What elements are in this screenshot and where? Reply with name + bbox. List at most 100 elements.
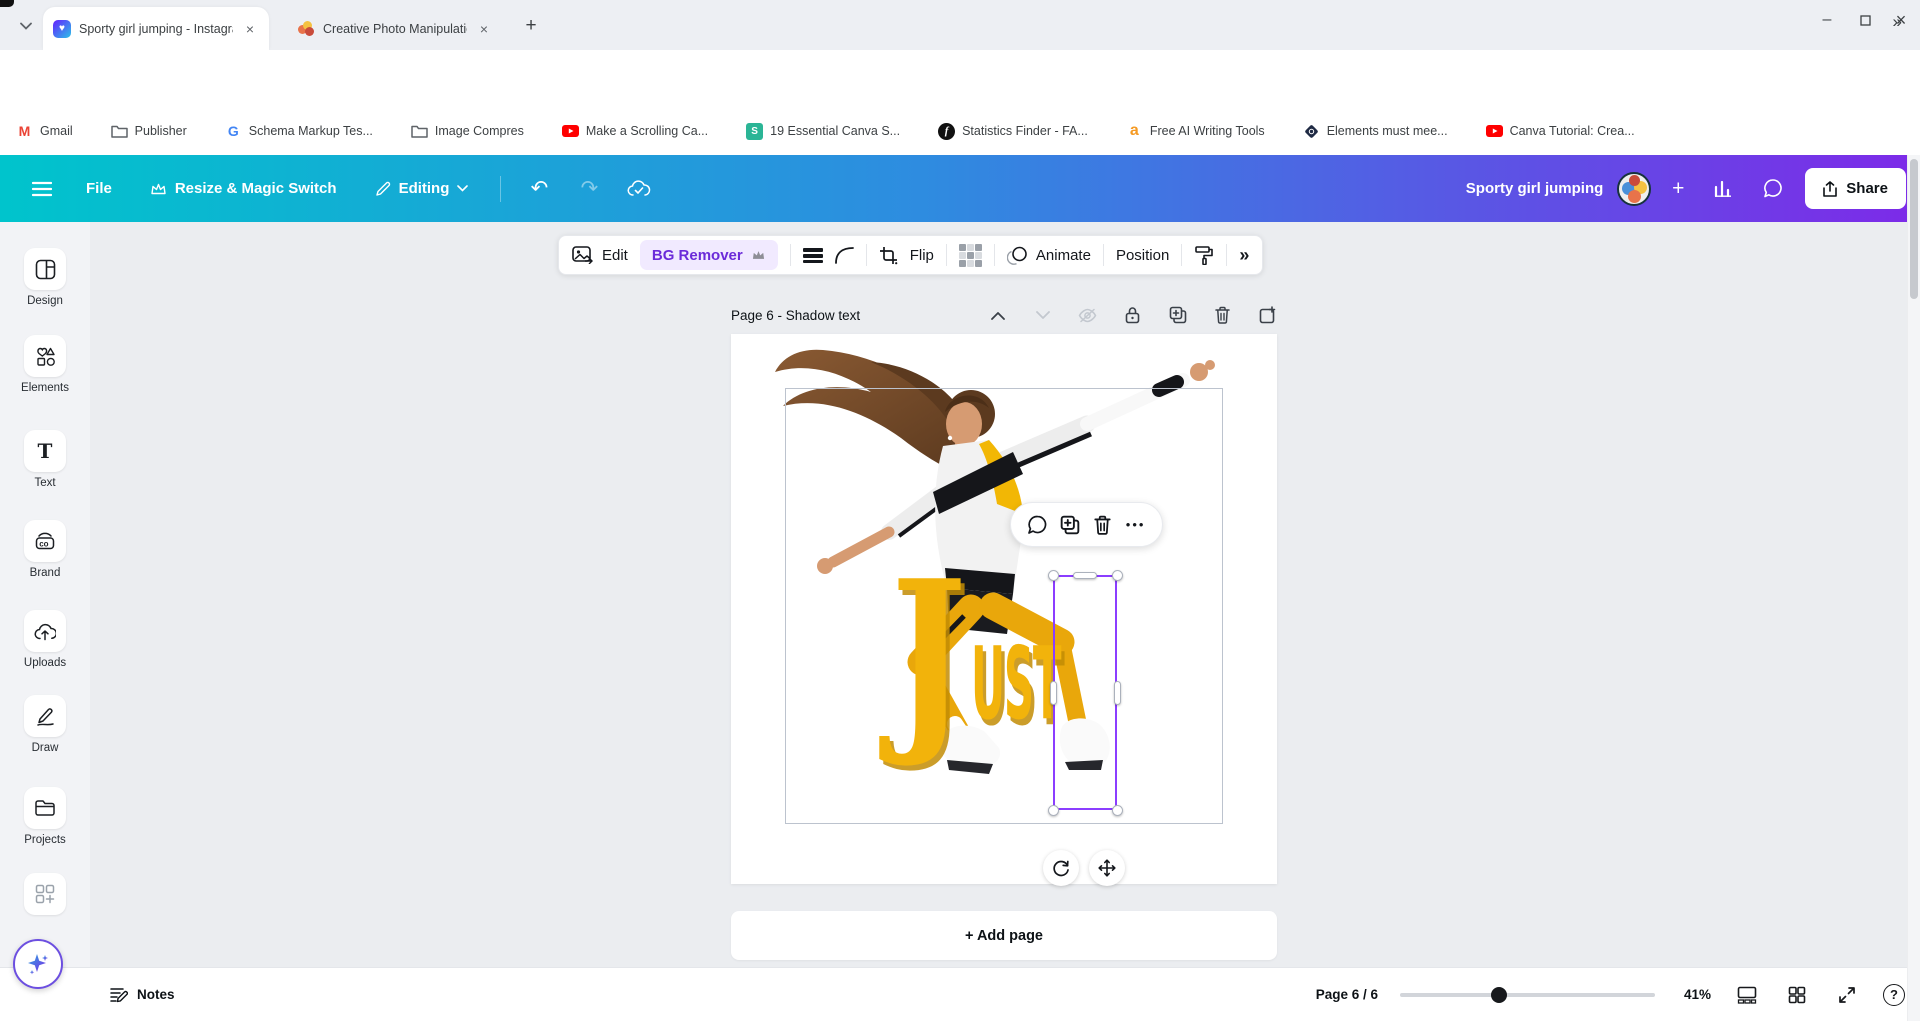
grid-view-icon[interactable] — [1783, 981, 1811, 1009]
file-menu[interactable]: File — [74, 171, 124, 206]
cloud-save-icon[interactable] — [621, 171, 657, 207]
selection-handle-top[interactable] — [1073, 572, 1097, 579]
notes-button[interactable]: Notes — [110, 987, 175, 1003]
sidebar-label: Design — [27, 295, 63, 307]
notes-icon — [110, 987, 128, 1003]
zoom-slider-track[interactable] — [1400, 992, 1655, 997]
magic-assistant-button[interactable] — [13, 939, 63, 989]
bookmarks-overflow-icon[interactable]: » — [1893, 12, 1902, 32]
new-tab-button[interactable]: + — [518, 13, 544, 39]
scrollbar-thumb[interactable] — [1910, 159, 1918, 299]
share-button[interactable]: Share — [1805, 168, 1906, 209]
bookmark-item[interactable]: Make a Scrolling Ca... — [561, 124, 708, 138]
resize-magic-switch-button[interactable]: Resize & Magic Switch — [138, 171, 349, 206]
selection-handle-ne[interactable] — [1112, 570, 1123, 581]
toolbar-divider — [993, 244, 995, 266]
selection-handle-se[interactable] — [1112, 805, 1123, 816]
zoom-slider-knob[interactable] — [1491, 986, 1507, 1003]
page-header-row: Page 6 - Shadow text — [731, 300, 1277, 330]
corner-rounding-button[interactable] — [834, 246, 854, 264]
bg-remover-label: BG Remover — [651, 246, 743, 264]
toolbar-overflow-icon[interactable]: » — [1239, 245, 1249, 266]
bookmark-item[interactable]: a Free AI Writing Tools — [1126, 122, 1265, 140]
duplicate-icon[interactable] — [1058, 513, 1082, 537]
invite-member-icon[interactable]: + — [1665, 171, 1691, 207]
lock-page-icon[interactable] — [1123, 306, 1142, 325]
tab-sporty-girl[interactable]: ♥ Sporty girl jumping - Instagram × — [43, 7, 269, 50]
selection-rect[interactable] — [1053, 575, 1117, 810]
window-maximize-button[interactable] — [1848, 6, 1882, 34]
bookmark-item[interactable]: f Statistics Finder - FA... — [938, 122, 1088, 140]
user-avatar[interactable] — [1617, 171, 1652, 206]
add-page-button[interactable]: + Add page — [731, 911, 1277, 960]
move-page-down-icon[interactable] — [1033, 306, 1052, 325]
delete-page-icon[interactable] — [1213, 306, 1232, 325]
add-page-icon[interactable] — [1258, 306, 1277, 325]
editing-mode-dropdown[interactable]: Editing — [363, 171, 481, 206]
sidebar-item-apps[interactable] — [0, 873, 90, 915]
tab-close-icon[interactable]: × — [475, 20, 493, 38]
zoom-level[interactable]: 41% — [1677, 987, 1711, 1002]
insights-chart-icon[interactable] — [1705, 171, 1741, 207]
move-page-up-icon[interactable] — [988, 306, 1007, 325]
pages-view-icon[interactable] — [1733, 981, 1761, 1009]
page-scrollbar[interactable] — [1907, 155, 1920, 1021]
transparency-button[interactable] — [958, 243, 982, 267]
flip-button[interactable]: Flip — [910, 247, 934, 264]
bookmark-item[interactable]: M Gmail — [16, 123, 73, 140]
window-minimize-button[interactable]: – — [1810, 6, 1844, 34]
help-icon[interactable]: ? — [1883, 983, 1905, 1006]
move-handle[interactable] — [1089, 850, 1125, 886]
undo-icon[interactable]: ↶ — [521, 171, 557, 207]
sidebar-item-draw[interactable]: Draw — [0, 695, 90, 754]
design-title[interactable]: Sporty girl jumping — [1466, 180, 1604, 197]
object-panel-rail: Design Elements T Text co Brand Uploads … — [0, 222, 90, 967]
copy-style-button[interactable] — [1194, 245, 1214, 265]
position-button[interactable]: Position — [1116, 247, 1169, 264]
comment-icon[interactable] — [1025, 513, 1049, 537]
sidebar-item-uploads[interactable]: Uploads — [0, 610, 90, 669]
delete-icon[interactable] — [1091, 513, 1115, 537]
design-page-canvas[interactable]: J J UST UST ••• — [731, 334, 1277, 884]
animate-label: Animate — [1035, 246, 1091, 264]
tab-close-icon[interactable]: × — [241, 20, 259, 38]
flip-label: Flip — [909, 246, 934, 264]
folder-icon — [411, 124, 428, 138]
sidebar-item-elements[interactable]: Elements — [0, 335, 90, 394]
rotate-handle[interactable] — [1043, 850, 1079, 886]
sidebar-item-brand[interactable]: co Brand — [0, 520, 90, 579]
draw-icon — [24, 695, 66, 737]
more-options-icon[interactable]: ••• — [1124, 513, 1148, 537]
bookmark-label: Statistics Finder - FA... — [962, 124, 1088, 138]
bookmark-item[interactable]: Publisher — [110, 124, 187, 138]
hide-page-icon[interactable] — [1078, 306, 1097, 325]
bookmark-label: Canva Tutorial: Crea... — [1509, 124, 1635, 138]
bookmark-item[interactable]: S 19 Essential Canva S... — [746, 122, 900, 140]
page-label[interactable]: Page 6 - Shadow text — [731, 308, 860, 323]
bookmark-item[interactable]: Image Compres — [411, 124, 524, 138]
fullscreen-icon[interactable] — [1833, 981, 1861, 1009]
main-menu-icon[interactable] — [24, 171, 60, 207]
tab-search-button[interactable] — [16, 16, 36, 36]
bookmark-item[interactable]: Canva Tutorial: Crea... — [1485, 124, 1635, 138]
duplicate-page-icon[interactable] — [1168, 306, 1187, 325]
selection-handle-sw[interactable] — [1048, 805, 1059, 816]
comments-icon[interactable] — [1755, 171, 1791, 207]
selection-handle-left[interactable] — [1050, 681, 1057, 705]
bg-remover-button[interactable]: BG Remover — [639, 240, 778, 270]
sidebar-item-projects[interactable]: Projects — [0, 787, 90, 846]
selection-handle-right[interactable] — [1114, 681, 1121, 705]
selection-handle-nw[interactable] — [1048, 570, 1059, 581]
animate-button[interactable]: Animate — [1006, 246, 1091, 265]
sidebar-item-text[interactable]: T Text — [0, 430, 90, 489]
header-divider — [500, 175, 502, 202]
tab-photo-manipulation[interactable]: Creative Photo Manipulation Te × — [287, 7, 503, 50]
redo-icon[interactable]: ↷ — [571, 171, 607, 207]
bookmark-item[interactable]: G Schema Markup Tes... — [225, 123, 373, 140]
zoom-slider[interactable] — [1400, 986, 1655, 1003]
sidebar-item-design[interactable]: Design — [0, 248, 90, 307]
stroke-weight-button[interactable] — [802, 247, 823, 263]
edit-image-button[interactable]: Edit — [572, 246, 628, 264]
crop-button[interactable] — [879, 246, 898, 265]
bookmark-item[interactable]: Elements must mee... — [1303, 123, 1448, 140]
